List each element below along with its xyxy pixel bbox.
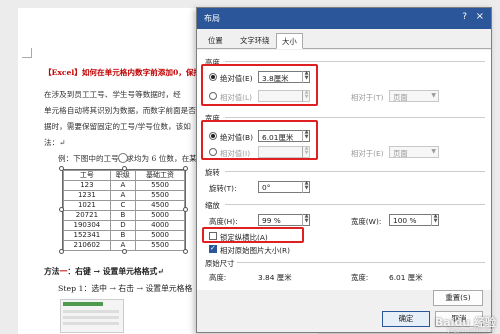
table-cell: 1231 (63, 190, 111, 201)
section-divider (225, 117, 485, 118)
table-cell: A (109, 180, 137, 191)
relative-original-label: 相对原始图片大小(R) (220, 246, 291, 255)
rotate-label: 旋转(T): (209, 184, 237, 193)
original-width-value: 6.01 厘米 (389, 273, 423, 282)
table-row: 123 A 5500 (63, 180, 185, 191)
width-relative-to-value: 页面 (393, 149, 408, 158)
rotate-spinner[interactable]: ▲ ▼ (302, 181, 310, 193)
watermark-url: jingyan.baidu.com (447, 328, 494, 334)
rotate-handle-icon[interactable] (118, 153, 128, 163)
page-corner-mark (22, 48, 32, 58)
table-row: 152341 B 5000 (63, 230, 185, 241)
table-header: 职级 (109, 170, 137, 181)
resize-handle-icon[interactable] (122, 166, 127, 171)
width-highlight-box (201, 120, 318, 160)
dialog-title: 布局 (204, 14, 220, 23)
table-cell: A (109, 190, 137, 201)
table-row: 20721 B 5000 (63, 210, 185, 221)
resize-handle-icon[interactable] (183, 207, 188, 212)
tab-position[interactable]: 位置 (203, 33, 228, 49)
method-heading: 方法一：右键 → 设置单元格格式↵ (44, 266, 164, 277)
layout-dialog: 布局 ? × 位置 文字环绕 大小 高度 绝对值(E) 3.8厘米 ▲ ▼ 相对值… (196, 7, 492, 333)
table-cell: 210602 (63, 240, 111, 251)
resize-handle-icon[interactable] (59, 166, 64, 171)
scale-width-spinner[interactable]: ▲ ▼ (431, 214, 439, 226)
table-cell: 5500 (135, 190, 185, 201)
scale-height-spinner[interactable]: ▲ ▼ (302, 214, 310, 226)
width-relative-to-select[interactable]: 页面 ▼ (389, 146, 439, 158)
original-height-label: 高度: (209, 273, 227, 282)
relative-original-checkbox[interactable] (209, 244, 217, 253)
table-row: 1021 C 4500 (63, 200, 185, 211)
help-icon[interactable]: ? (462, 12, 467, 22)
scale-height-label: 高度(H): (209, 217, 238, 226)
table-cell: 20721 (63, 210, 111, 221)
table-header: 基础工资 (135, 170, 185, 181)
height-relative-to-select[interactable]: 页面 ▼ (389, 90, 439, 102)
table-cell: B (109, 210, 137, 221)
resize-handle-icon[interactable] (59, 249, 64, 254)
table-row: 1231 A 5500 (63, 190, 185, 201)
dialog-titlebar[interactable]: 布局 ? × (197, 8, 491, 29)
step-line: Step 1：选中 → 右击 → 设置单元格格 (58, 284, 193, 293)
scale-width-label: 宽度(W): (351, 217, 382, 226)
table-cell: 5000 (135, 230, 185, 241)
section-divider (225, 171, 485, 172)
table-cell: 190304 (63, 220, 111, 231)
section-divider (225, 61, 485, 62)
table-cell: 4500 (135, 200, 185, 211)
height-relative-to-label: 相对于(T) (351, 93, 384, 102)
table-cell: D (109, 220, 137, 231)
section-divider (237, 262, 485, 263)
table-cell: B (109, 230, 137, 241)
height-relative-to-value: 页面 (393, 93, 408, 102)
ok-button[interactable]: 确定 (382, 311, 430, 327)
scale-section-label: 缩放 (205, 201, 220, 210)
original-height-value: 3.84 厘米 (258, 273, 292, 282)
thumbnail-row (63, 322, 119, 325)
reset-button[interactable]: 重置(S) (433, 290, 483, 306)
resize-handle-icon[interactable] (183, 249, 188, 254)
resize-handle-icon[interactable] (59, 207, 64, 212)
thumbnail-row (63, 310, 119, 313)
table-cell: 4000 (135, 220, 185, 231)
table-cell: 1021 (63, 200, 111, 211)
chevron-down-icon: ▼ (431, 148, 436, 155)
close-icon[interactable]: × (476, 11, 484, 22)
table-image[interactable]: 工号 职级 基础工资 123 A 5500 1231 A 5500 1021 C 4500 … (62, 169, 186, 251)
employee-table: 工号 职级 基础工资 123 A 5500 1231 A 5500 1021 C 4500 … (63, 170, 185, 251)
table-cell: 5500 (135, 180, 185, 191)
thumbnail-ribbon (63, 302, 103, 306)
table-row: 190304 D 4000 (63, 220, 185, 231)
table-cell: C (109, 200, 137, 211)
original-size-section-label: 原始尺寸 (205, 259, 235, 268)
table-header: 工号 (63, 170, 111, 181)
height-highlight-box (201, 64, 318, 106)
tab-strip: 位置 文字环绕 大小 (197, 29, 491, 49)
table-cell: 5000 (135, 210, 185, 221)
width-relative-to-label: 相对于(E) (351, 149, 384, 158)
table-cell: 5500 (135, 240, 185, 251)
table-cell: 123 (63, 180, 111, 191)
method-prefix: 方法 (44, 267, 60, 276)
lock-aspect-highlight-box (202, 227, 304, 243)
step-screenshot-thumbnail (60, 299, 124, 333)
tab-text-wrapping[interactable]: 文字环绕 (235, 33, 275, 49)
section-divider (225, 204, 485, 205)
resize-handle-icon[interactable] (122, 249, 127, 254)
resize-handle-icon[interactable] (183, 166, 188, 171)
original-width-label: 宽度: (351, 273, 369, 282)
method-text: ：右键 → 设置单元格格式↵ (67, 267, 164, 276)
tab-size[interactable]: 大小 (276, 33, 303, 49)
rotate-section-label: 旋转 (205, 168, 220, 177)
chevron-down-icon: ▼ (431, 92, 436, 99)
thumbnail-row (63, 316, 119, 319)
table-cell: 152341 (63, 230, 111, 241)
size-panel: 高度 绝对值(E) 3.8厘米 ▲ ▼ 相对值(L) ▲ ▼ 相对于(T) 页面 ▼ … (197, 50, 491, 290)
